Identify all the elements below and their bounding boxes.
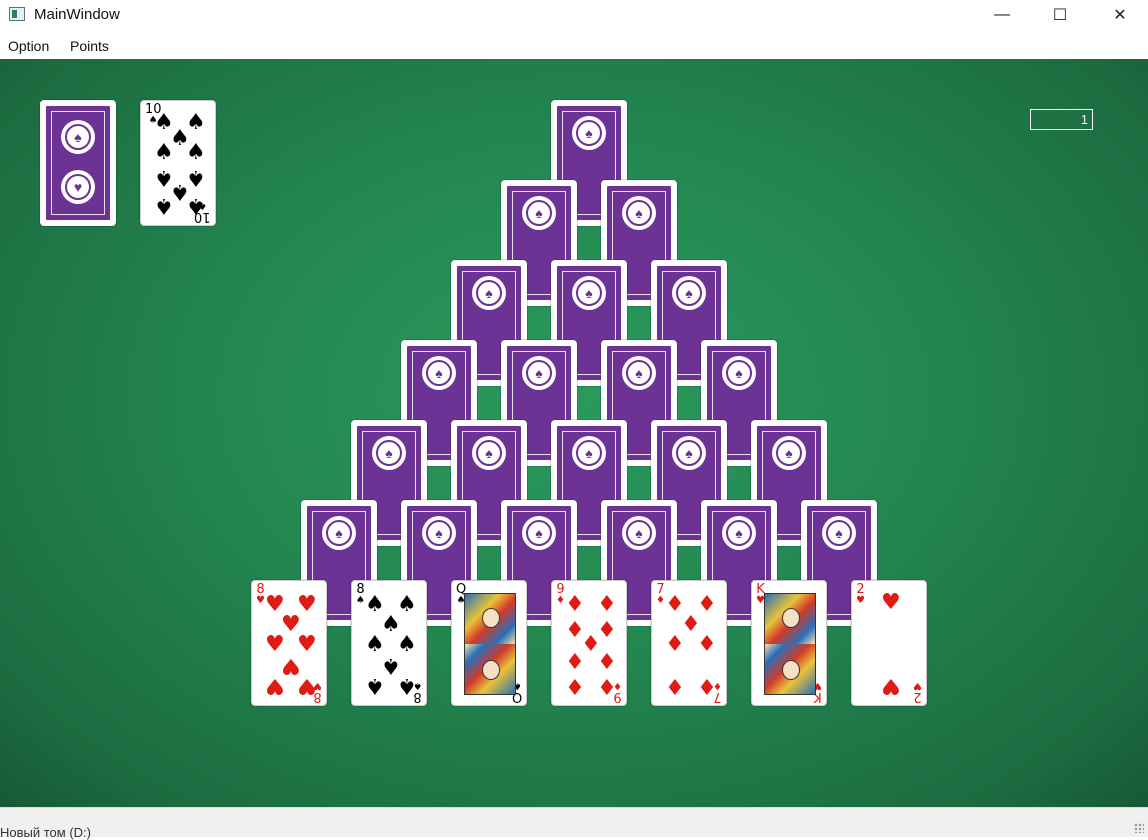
card-back-emblem-icon: ♠: [672, 436, 706, 470]
card-pip-icon: ♠: [154, 140, 174, 165]
card-pip-icon: ♦: [697, 632, 717, 657]
status-bar: Новый том (D:): [0, 807, 1148, 840]
card-back-emblem-icon: ♠: [472, 436, 506, 470]
minimize-button[interactable]: —: [979, 0, 1025, 30]
card-pip-icon: ♦: [565, 647, 585, 672]
card-pip-icon: ♠: [397, 673, 417, 698]
card-pip-icon: ♦: [565, 673, 585, 698]
card-pip-icon: ♠: [186, 193, 206, 218]
card-back-emblem-icon: ♠: [572, 276, 606, 310]
card-index: 8 ♥: [256, 583, 265, 606]
card-index: 2 ♥: [856, 583, 865, 606]
menu-option[interactable]: Option: [8, 38, 49, 54]
window-title: MainWindow: [34, 6, 120, 23]
card-pip-icon: ♦: [665, 632, 685, 657]
card-pip-icon: ♥: [265, 673, 285, 698]
card-back-emblem-icon: ♠: [322, 516, 356, 550]
card-suit-icon: ♦: [556, 595, 565, 606]
stock-pile[interactable]: ♠ ♥: [40, 100, 116, 226]
resize-grip[interactable]: [1134, 823, 1144, 833]
card-back-emblem-icon: ♠: [572, 436, 606, 470]
pyramid-card-r7-c2[interactable]: 8 ♠ 8 ♠ ♠ ♠ ♠ ♠ ♠ ♠ ♠ ♠: [351, 580, 427, 706]
waste-pile-card[interactable]: 10 ♠ 10 ♠ ♠ ♠ ♠ ♠ ♠ ♠ ♠ ♠ ♠ ♠: [140, 100, 216, 226]
status-text: Новый том (D:): [0, 825, 91, 840]
menu-points[interactable]: Points: [70, 38, 109, 54]
card-index: 9 ♦: [556, 583, 565, 606]
card-pip-icon: ♦: [597, 673, 617, 698]
pyramid-card-r7-c4[interactable]: 9 ♦ 9 ♦ ♦ ♦ ♦ ♦ ♦ ♦ ♦ ♦ ♦: [551, 580, 627, 706]
card-back-emblem-icon: ♠: [522, 196, 556, 230]
pyramid-card-r7-c6[interactable]: K ♥ K ♥: [751, 580, 827, 706]
card-suit-icon: ♦: [656, 595, 665, 606]
card-back-emblem-icon: ♠: [522, 516, 556, 550]
card-index: 8 ♠: [356, 583, 365, 606]
card-pip-icon: ♠: [365, 673, 385, 698]
card-back-emblem-icon: ♠: [522, 356, 556, 390]
card-back-emblem-icon: ♠: [422, 356, 456, 390]
court-card-art-icon: [464, 593, 516, 695]
card-back-emblem-icon: ♠: [622, 196, 656, 230]
card-pip-icon: ♠: [154, 193, 174, 218]
close-button[interactable]: ✕: [1097, 0, 1143, 30]
card-back-emblem-icon: ♠: [472, 276, 506, 310]
card-pip-icon: ♦: [697, 673, 717, 698]
title-bar: MainWindow — ☐ ✕: [0, 0, 1148, 30]
card-back-emblem-icon: ♠: [572, 116, 606, 150]
card-back-emblem-icon: ♠: [722, 516, 756, 550]
card-pip-icon: ♥: [297, 673, 317, 698]
card-suit-icon: ♥: [913, 680, 922, 691]
app-icon: [9, 7, 25, 21]
card-index: 2 ♥: [913, 680, 922, 704]
court-card-art-icon: [764, 593, 816, 695]
card-pip-icon: ♦: [565, 592, 585, 617]
card-back-emblem-icon: ♠: [422, 516, 456, 550]
card-back-emblem-icon: ♠: [61, 120, 95, 154]
pyramid-card-r7-c3[interactable]: Q ♠ Q ♠: [451, 580, 527, 706]
pyramid-card-r7-c5[interactable]: 7 ♦ 7 ♦ ♦ ♦ ♦ ♦ ♦ ♦ ♦: [651, 580, 727, 706]
card-pip-icon: ♦: [597, 592, 617, 617]
game-table: 1 ♠ ♥ 10 ♠ 10 ♠ ♠ ♠ ♠ ♠ ♠ ♠ ♠ ♠ ♠ ♠ ♠ ♠ ♠ ♠ ♠ ♠ ♠ ♠ ♠ ♠ ♠ ♠ ♠ ♠ ♠ ♠ ♠ ♠ ♠ ♠…: [0, 59, 1148, 807]
card-pip-icon: ♦: [665, 673, 685, 698]
card-back-emblem-icon: ♠: [622, 356, 656, 390]
card-suit-icon: ♠: [356, 595, 365, 606]
pyramid-card-r7-c7[interactable]: 2 ♥ 2 ♥ ♥ ♥: [851, 580, 927, 706]
card-back-emblem-icon: ♠: [672, 276, 706, 310]
card-rank: 2: [913, 689, 922, 704]
maximize-button[interactable]: ☐: [1037, 0, 1083, 30]
card-back-emblem-icon: ♥: [61, 170, 95, 204]
card-back-emblem-icon: ♠: [722, 356, 756, 390]
pyramid-card-r7-c1[interactable]: 8 ♥ 8 ♥ ♥ ♥ ♥ ♥ ♥ ♥ ♥ ♥: [251, 580, 327, 706]
card-pip-icon: ♥: [881, 673, 901, 698]
card-back-emblem-icon: ♠: [822, 516, 856, 550]
card-back-emblem-icon: ♠: [372, 436, 406, 470]
card-pip-icon: ♦: [597, 647, 617, 672]
card-pip-icon: ♥: [881, 590, 901, 615]
card-index: 7 ♦: [656, 583, 665, 606]
card-suit-icon: ♥: [256, 595, 265, 606]
card-back-emblem-icon: ♠: [622, 516, 656, 550]
score-display: 1: [1030, 109, 1093, 130]
card-pip-icon: ♠: [186, 140, 206, 165]
card-back-emblem-icon: ♠: [772, 436, 806, 470]
menu-bar: Option Points: [0, 30, 1148, 59]
card-suit-icon: ♥: [856, 595, 865, 606]
